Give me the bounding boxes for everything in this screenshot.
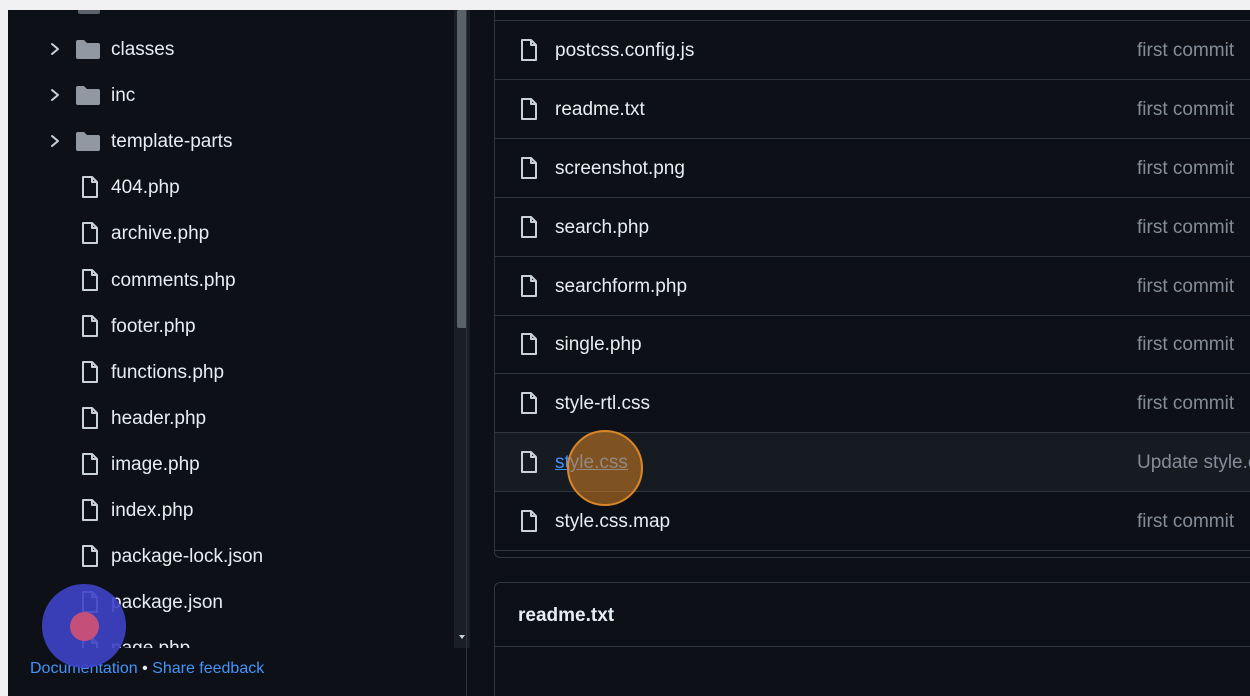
file-name-link[interactable]: single.php: [555, 334, 642, 356]
commit-message-link[interactable]: first commit: [1137, 217, 1234, 239]
file-icon: [519, 156, 539, 180]
table-row[interactable]: style-rtl.css first commit: [495, 374, 1250, 434]
tree-item-inc[interactable]: inc: [8, 76, 454, 116]
file-icon: [519, 215, 539, 239]
file-name-link[interactable]: search.php: [555, 217, 649, 239]
tree-item-label: package.json: [111, 592, 223, 614]
sidebar-scrollbar[interactable]: [454, 10, 470, 648]
tree-item-index-php[interactable]: index.php: [8, 491, 454, 531]
file-icon: [519, 332, 539, 356]
file-icon: [519, 450, 539, 474]
table-row[interactable]: page.phpfirst commit: [495, 10, 1250, 21]
tree-item-label: index.php: [111, 500, 194, 521]
cursor-marker-dot: [70, 612, 99, 641]
folder-icon: [78, 10, 100, 14]
tree-item-label: comments.php: [111, 269, 236, 291]
tree-item-label: functions.php: [111, 361, 225, 383]
tree-item-label: image.php: [111, 453, 200, 475]
footer-separator: •: [142, 660, 148, 677]
tree-item-label: template-parts: [111, 131, 233, 153]
file-icon: [80, 221, 100, 245]
tree-item-label: 404.php: [111, 177, 180, 199]
tree-item-template-parts[interactable]: template-parts: [8, 122, 454, 162]
file-icon: [519, 391, 539, 415]
pane-divider[interactable]: [466, 10, 467, 696]
tree-item-archive-php[interactable]: archive.php: [8, 214, 454, 254]
file-name-link[interactable]: style-rtl.css: [555, 393, 650, 415]
tree-item-404-php[interactable]: 404.php: [8, 168, 454, 208]
tree-item-package-lock-json[interactable]: package-lock.json: [8, 537, 454, 577]
tree-item-label: footer.php: [111, 315, 196, 337]
file-name-link[interactable]: screenshot.png: [555, 158, 685, 180]
tree-item-label: package-lock.json: [111, 546, 264, 568]
chevron-right-icon[interactable]: [48, 131, 62, 151]
commit-message-link[interactable]: first commit: [1137, 40, 1234, 62]
file-icon: [80, 544, 100, 568]
tree-item-header-php[interactable]: header.php: [8, 399, 454, 439]
tree-item-label: classes: [111, 39, 175, 60]
file-name-link[interactable]: readme.txt: [555, 99, 645, 121]
table-row[interactable]: postcss.config.js first commit: [495, 21, 1250, 80]
share-feedback-link[interactable]: Share feedback: [152, 660, 264, 677]
commit-message-link[interactable]: first commit: [1137, 393, 1234, 415]
folder-icon: [75, 39, 101, 60]
tree-item-classes[interactable]: classes: [8, 30, 454, 70]
file-name-link[interactable]: searchform.php: [555, 276, 687, 298]
tree-item-comments-php[interactable]: comments.php: [8, 261, 454, 301]
table-row[interactable]: screenshot.png first commit: [495, 139, 1250, 198]
commit-message-link[interactable]: Update style.css: [1137, 452, 1250, 474]
commit-message-link[interactable]: first commit: [1137, 99, 1234, 121]
file-icon: [519, 274, 539, 298]
table-row[interactable]: search.php first commit: [495, 198, 1250, 257]
tree-item-label: archive.php: [111, 223, 210, 245]
file-icon: [80, 175, 100, 199]
tree-item-image-php[interactable]: image.php: [8, 445, 454, 485]
browser-viewport: classes inc template-parts 404.php archive.p…: [8, 10, 1250, 696]
click-highlight-marker: [567, 430, 643, 506]
file-tree: classes inc template-parts 404.php archive.p…: [8, 10, 454, 648]
file-icon: [519, 97, 539, 121]
file-icon: [80, 406, 100, 430]
commit-message-link[interactable]: first commit: [1137, 511, 1234, 533]
tree-item-label: header.php: [111, 407, 207, 429]
file-icon: [519, 509, 539, 533]
file-icon: [80, 314, 100, 338]
file-icon: [519, 38, 539, 62]
commit-message-link[interactable]: first commit: [1137, 158, 1234, 180]
folder-icon: [75, 85, 101, 106]
commit-message-link[interactable]: first commit: [1137, 276, 1234, 298]
chevron-right-icon[interactable]: [48, 39, 62, 59]
file-icon: [80, 360, 100, 384]
table-row[interactable]: searchform.php first commit: [495, 257, 1250, 316]
tree-item-label: inc: [111, 85, 136, 107]
file-icon: [80, 498, 100, 522]
file-name-link[interactable]: postcss.config.js: [555, 40, 694, 62]
readme-panel: readme.txt: [494, 582, 1250, 696]
tree-item-functions-php[interactable]: functions.php: [8, 353, 454, 393]
file-name-link[interactable]: style.css.map: [555, 511, 670, 533]
chevron-right-icon[interactable]: [48, 85, 62, 105]
table-row[interactable]: readme.txt first commit: [495, 80, 1250, 139]
commit-message-link[interactable]: first commit: [1137, 334, 1234, 356]
file-icon: [80, 268, 100, 292]
readme-title[interactable]: readme.txt: [518, 605, 614, 627]
table-row[interactable]: single.php first commit: [495, 315, 1250, 375]
tree-item-footer-php[interactable]: footer.php: [8, 307, 454, 347]
readme-header: readme.txt: [495, 583, 1250, 647]
file-icon: [80, 452, 100, 476]
folder-icon: [75, 131, 101, 152]
